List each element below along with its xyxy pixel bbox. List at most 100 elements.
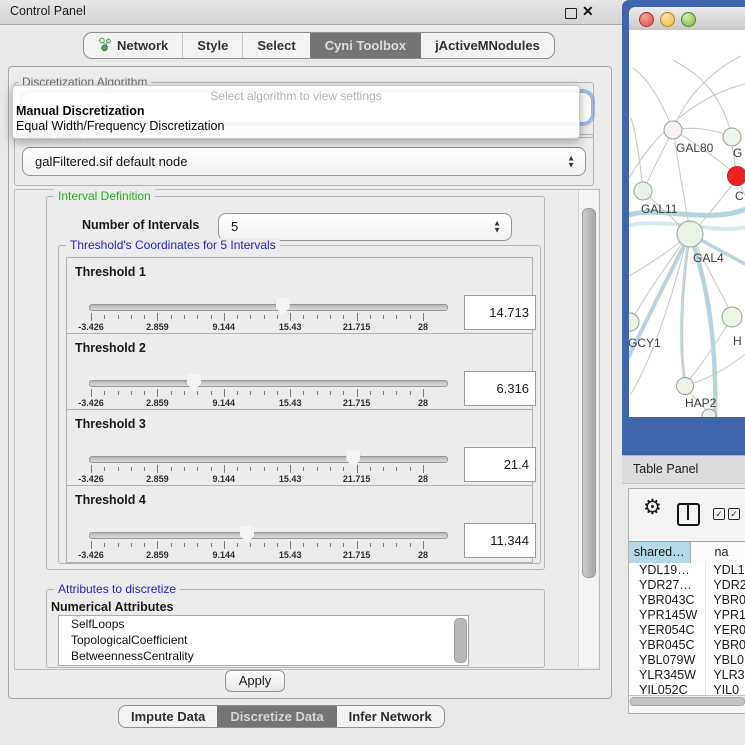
network-node-gcy1[interactable]	[629, 313, 639, 331]
table-cell[interactable]: YIL0	[706, 683, 745, 695]
threshold-slider-handle[interactable]	[346, 450, 360, 467]
threshold-slider-track[interactable]	[89, 532, 448, 539]
threshold-slider-track[interactable]	[89, 380, 448, 387]
minimize-traffic-light-icon[interactable]	[660, 12, 675, 27]
horizontal-scrollbar-thumb[interactable]	[630, 697, 745, 706]
table-cell[interactable]: YLR3	[706, 668, 745, 683]
tab-impute-data[interactable]: Impute Data	[119, 706, 217, 727]
tick-label: 21.715	[343, 398, 371, 408]
attribute-item-selfloops[interactable]: SelfLoops	[59, 616, 468, 632]
table-cell[interactable]: YLR345W	[629, 668, 706, 683]
table-cell[interactable]: YIL052C	[629, 683, 706, 695]
column-header-shared-name[interactable]: shared…	[629, 542, 691, 564]
tab-jactivemnodules[interactable]: jActiveMNodules	[420, 33, 554, 58]
tab-infer-network[interactable]: Infer Network	[336, 706, 444, 727]
threshold-panel-3: Threshold 3 -3.4262.8599.14415.4321.7152…	[66, 409, 533, 487]
table-row[interactable]: YLR345WYLR3	[629, 668, 745, 683]
algorithm-dropdown-popup: Select algorithm to view settings Manual…	[12, 85, 580, 139]
table-row[interactable]: YBL079WYBL0	[629, 653, 745, 668]
tick-label: -3.426	[78, 474, 104, 484]
network-node-gal11[interactable]	[634, 182, 652, 200]
table-cell[interactable]: YBL0	[706, 653, 745, 668]
checkbox-icon[interactable]: ✓	[713, 508, 725, 520]
tab-label: Style	[197, 38, 228, 53]
table-cell[interactable]: YDL19…	[629, 563, 706, 578]
table-cell[interactable]: YBL079W	[629, 653, 706, 668]
close-icon[interactable]: ✕	[582, 3, 594, 20]
threshold-slider-handle[interactable]	[276, 298, 290, 315]
gear-icon[interactable]: ⚙	[643, 495, 662, 520]
number-of-intervals-combobox[interactable]: 5 ▲▼	[218, 213, 512, 241]
table-row[interactable]: YDL19…YDL1	[629, 563, 745, 578]
attribute-item-betweennesscentrality[interactable]: BetweennessCentrality	[59, 648, 468, 664]
table-row[interactable]: YDR27…YDR2	[629, 578, 745, 593]
table-cell[interactable]: YDL1	[706, 563, 745, 578]
network-node-g[interactable]	[723, 128, 741, 146]
tab-label: Impute Data	[131, 709, 205, 724]
tick-label: -3.426	[78, 550, 104, 560]
network-node-h[interactable]	[722, 307, 742, 327]
table-row[interactable]: YIL052CYIL0	[629, 683, 745, 695]
network-node-label: GCY1	[629, 336, 661, 350]
split-columns-icon[interactable]	[677, 503, 700, 526]
tick-label: 9.144	[213, 550, 236, 560]
table-cell[interactable]: YBR0	[706, 638, 745, 653]
table-row[interactable]: YER054CYER0	[629, 623, 745, 638]
popup-option-manual-discretization[interactable]: Manual Discretization	[13, 104, 579, 119]
table-cell[interactable]: YER054C	[629, 623, 706, 638]
network-node-hap2[interactable]	[677, 378, 694, 395]
tab-cyni-toolbox[interactable]: Cyni Toolbox	[310, 33, 420, 58]
network-window-titlebar[interactable]	[629, 7, 745, 31]
threshold-value-field[interactable]: 21.4	[464, 447, 536, 482]
table-data-combobox[interactable]: galFiltered.sif default node ▲▼	[22, 147, 586, 176]
tick-label: 21.715	[343, 322, 371, 332]
threshold-slider-handle[interactable]	[187, 374, 201, 391]
network-canvas[interactable]: GAL80GCGAL11GAL4GCY1HHAP2	[629, 30, 745, 417]
threshold-slider-handle[interactable]	[240, 526, 254, 543]
tab-discretize-data[interactable]: Discretize Data	[217, 706, 335, 727]
table-cell[interactable]: YER0	[706, 623, 745, 638]
horizontal-scrollbar-track[interactable]	[629, 695, 745, 706]
threshold-slider-track[interactable]	[89, 304, 448, 311]
checkbox-icon[interactable]: ✓	[728, 508, 740, 520]
network-edge	[697, 180, 736, 228]
close-traffic-light-icon[interactable]	[639, 12, 654, 27]
network-node-c[interactable]	[728, 167, 745, 186]
table-cell[interactable]: YPR1	[706, 608, 745, 623]
table-row[interactable]: YPR145WYPR1	[629, 608, 745, 623]
table-cell[interactable]: YDR2	[706, 578, 745, 593]
network-node-label: HAP2	[685, 396, 717, 410]
popup-option-equal-width-frequency[interactable]: Equal Width/Frequency Discretization	[13, 119, 579, 134]
threshold-slider-track[interactable]	[89, 456, 448, 463]
tick-label: 15.43	[279, 322, 302, 332]
list-scrollbar-thumb[interactable]	[454, 618, 467, 663]
apply-button[interactable]: Apply	[225, 670, 285, 692]
panel-title: Control Panel	[10, 4, 86, 18]
tab-network[interactable]: Network	[84, 33, 182, 58]
threshold-value-field[interactable]: 14.713	[464, 295, 536, 330]
network-node-gal80[interactable]	[664, 121, 682, 139]
table-cell[interactable]: YPR145W	[629, 608, 706, 623]
table-data-value: galFiltered.sif default node	[35, 148, 187, 175]
vertical-scrollbar-thumb[interactable]	[582, 208, 596, 578]
table-row[interactable]: YBR043CYBR0	[629, 593, 745, 608]
table-cell[interactable]: YDR27…	[629, 578, 706, 593]
column-header-name[interactable]: na	[691, 542, 745, 564]
threshold-value-field[interactable]: 11.344	[464, 523, 536, 558]
network-node-gal4[interactable]	[677, 221, 703, 247]
threshold-label: Threshold 4	[75, 493, 146, 507]
zoom-traffic-light-icon[interactable]	[681, 12, 696, 27]
threshold-value-field[interactable]: 6.316	[464, 371, 536, 406]
table-row[interactable]: YBR045CYBR0	[629, 638, 745, 653]
table-cell[interactable]: YBR0	[706, 593, 745, 608]
numerical-attributes-list[interactable]: SelfLoopsTopologicalCoefficientBetweenne…	[58, 615, 469, 666]
tick-label: 21.715	[343, 474, 371, 484]
attribute-item-topologicalcoefficient[interactable]: TopologicalCoefficient	[59, 632, 468, 648]
attributes-to-discretize-label: Attributes to discretize	[54, 582, 180, 596]
table-cell[interactable]: YBR043C	[629, 593, 706, 608]
tab-style[interactable]: Style	[182, 33, 242, 58]
network-edge	[633, 68, 673, 130]
tab-select[interactable]: Select	[242, 33, 309, 58]
table-cell[interactable]: YBR045C	[629, 638, 706, 653]
float-panel-icon[interactable]	[565, 8, 577, 19]
